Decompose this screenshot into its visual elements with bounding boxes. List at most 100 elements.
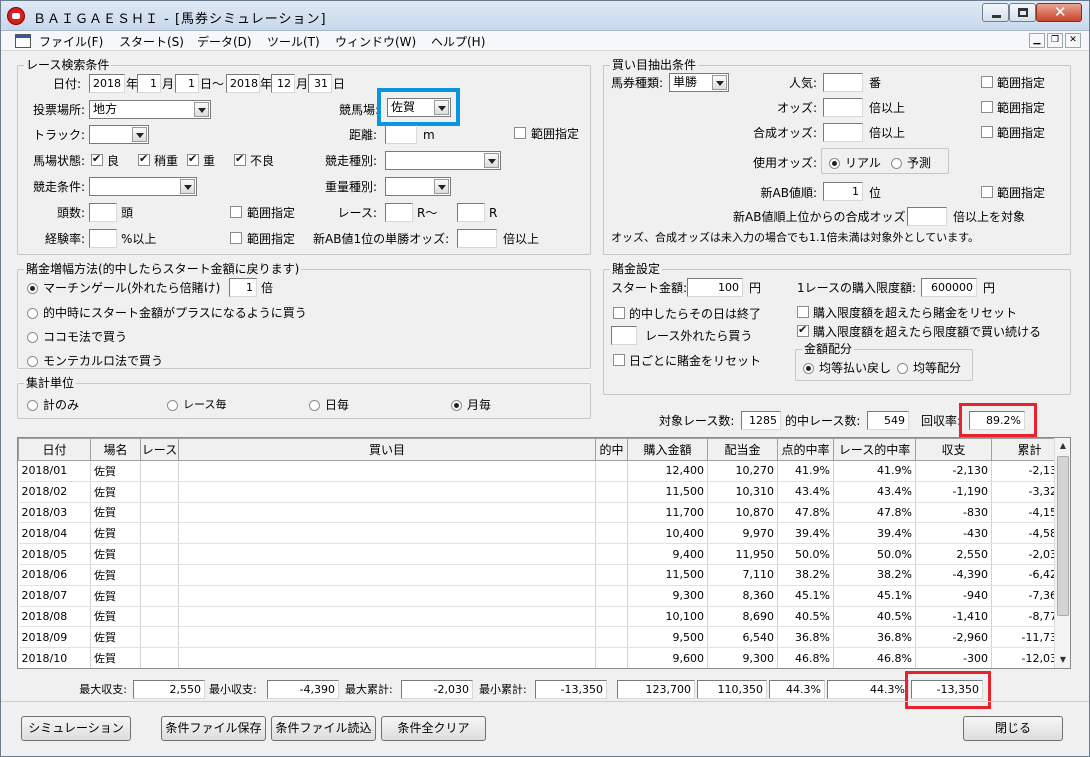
ab-comp-field[interactable] <box>907 207 947 226</box>
table-row[interactable]: 2018/07 佐賀 9,300 8,360 45.1% 45.1% -940 -7,360 <box>18 585 1068 607</box>
distance-field[interactable] <box>385 125 417 144</box>
mdi-minimize-button[interactable]: ▁ <box>1029 33 1045 48</box>
cond-heavy-checkbox[interactable] <box>187 152 199 166</box>
mdi-close-button[interactable]: ✕ <box>1065 33 1081 48</box>
heads-field[interactable] <box>89 203 117 222</box>
table-row[interactable]: 2018/08 佐賀 10,100 8,690 40.5% 40.5% -1,410 -8,7… <box>18 606 1068 628</box>
table-row[interactable]: 2018/04 佐賀 10,400 9,970 39.4% 39.4% -430 -4,580 <box>18 522 1068 545</box>
chevron-down-icon[interactable] <box>434 179 449 194</box>
menu-data[interactable]: データ(D) <box>197 33 252 50</box>
odds-range-checkbox[interactable] <box>981 101 993 113</box>
ab-odds-field[interactable] <box>457 229 497 248</box>
venue-select[interactable]: 地方 <box>89 100 211 119</box>
table-row[interactable]: 2018/06 佐賀 11,500 7,110 38.2% 38.2% -4,390 -6,4… <box>18 564 1068 586</box>
col-hit[interactable]: 的中 <box>595 438 628 461</box>
scroll-thumb[interactable] <box>1057 456 1069 616</box>
cond-good-checkbox[interactable] <box>91 152 103 166</box>
race-type-select[interactable] <box>385 151 501 170</box>
exp-field[interactable] <box>89 229 117 248</box>
heads-range-checkbox[interactable] <box>230 206 242 218</box>
table-row[interactable]: 2018/05 佐賀 9,400 11,950 50.0% 50.0% 2,550 -2,03… <box>18 543 1068 565</box>
from-year-field[interactable]: 2018 <box>89 74 125 93</box>
martingale-radio[interactable] <box>27 283 38 294</box>
race-to-field[interactable] <box>457 203 485 222</box>
table-row[interactable]: 2018/03 佐賀 11,700 10,870 47.8% 47.8% -830 -4,15… <box>18 502 1068 524</box>
montecarlo-radio[interactable] <box>27 356 38 367</box>
menu-window[interactable]: ウィンドウ(W) <box>335 33 416 50</box>
ab-rank-field[interactable]: 1 <box>823 182 863 201</box>
multiplier-field[interactable]: 1 <box>229 278 257 297</box>
from-month-field[interactable]: 1 <box>137 74 161 93</box>
load-conditions-button[interactable]: 条件ファイル読込 <box>271 716 376 741</box>
distance-range-checkbox[interactable] <box>514 127 526 139</box>
odds-field[interactable] <box>823 98 863 117</box>
comp-odds-field[interactable] <box>823 123 863 142</box>
bet-type-select[interactable]: 単勝 <box>669 73 729 92</box>
menu-start[interactable]: スタート(S) <box>119 33 184 50</box>
agg-month-radio[interactable] <box>451 400 462 411</box>
chevron-down-icon[interactable] <box>712 75 727 90</box>
alloc-equal-radio[interactable] <box>897 363 908 374</box>
col-payout[interactable]: 配当金 <box>707 438 778 461</box>
col-date[interactable]: 日付 <box>18 438 91 461</box>
close-button[interactable]: 閉じる <box>963 716 1063 741</box>
menu-tools[interactable]: ツール(T) <box>267 33 320 50</box>
clear-conditions-button[interactable]: 条件全クリア <box>381 716 486 741</box>
to-year-field[interactable]: 2018 <box>226 74 260 93</box>
track-select[interactable] <box>89 125 149 144</box>
use-pred-radio[interactable] <box>891 158 902 169</box>
col-balance[interactable]: 収支 <box>915 438 992 461</box>
col-venue[interactable]: 場名 <box>90 438 141 461</box>
close-window-button[interactable]: ✕ <box>1036 3 1082 22</box>
reset-daily-checkbox[interactable] <box>613 354 625 366</box>
scroll-down-icon[interactable]: ▼ <box>1055 652 1071 668</box>
agg-race-radio[interactable] <box>167 400 178 411</box>
col-race-hit-rate[interactable]: レース的中率 <box>833 438 916 461</box>
grid-scrollbar[interactable]: ▲ ▼ <box>1054 438 1070 668</box>
chevron-down-icon[interactable] <box>132 127 147 142</box>
race-from-field[interactable] <box>385 203 413 222</box>
popularity-field[interactable] <box>823 73 863 92</box>
race-cond-select[interactable] <box>89 177 197 196</box>
agg-day-radio[interactable] <box>309 400 320 411</box>
table-row[interactable]: 2018/01 佐賀 12,400 10,270 41.9% 41.9% -2,130 -2,… <box>18 460 1068 482</box>
col-purchase[interactable]: 購入金額 <box>627 438 708 461</box>
plus-on-hit-radio[interactable] <box>27 308 38 319</box>
table-row[interactable]: 2018/09 佐賀 9,500 6,540 36.8% 36.8% -2,960 -11,7… <box>18 626 1068 649</box>
cond-bad-checkbox[interactable] <box>234 152 246 166</box>
col-point-hit-rate[interactable]: 点的中率 <box>777 438 834 461</box>
menu-help[interactable]: ヘルプ(H) <box>431 33 485 50</box>
save-conditions-button[interactable]: 条件ファイル保存 <box>161 716 266 741</box>
comp-odds-range-checkbox[interactable] <box>981 126 993 138</box>
document-icon[interactable] <box>15 34 31 48</box>
weight-type-select[interactable] <box>385 177 451 196</box>
col-race[interactable]: レース <box>140 438 179 461</box>
from-day-field[interactable]: 1 <box>175 74 199 93</box>
to-month-field[interactable]: 12 <box>271 74 295 93</box>
maximize-button[interactable] <box>1009 3 1036 22</box>
keep-limit-checkbox[interactable] <box>797 323 809 337</box>
reset-over-limit-checkbox[interactable] <box>797 306 809 318</box>
minimize-button[interactable] <box>982 3 1009 22</box>
limit-field[interactable]: 600000 <box>921 278 977 297</box>
use-real-radio[interactable] <box>829 158 840 169</box>
mdi-restore-button[interactable]: ❐ <box>1047 33 1063 48</box>
table-row[interactable]: 2018/02 佐賀 11,500 10,310 43.4% 43.4% -1,190 -3,… <box>18 481 1068 503</box>
cocomo-radio[interactable] <box>27 332 38 343</box>
start-amount-field[interactable]: 100 <box>687 278 743 297</box>
chevron-down-icon[interactable] <box>484 153 499 168</box>
col-bets[interactable]: 買い目 <box>178 438 596 461</box>
to-day-field[interactable]: 31 <box>308 74 332 93</box>
end-on-hit-checkbox[interactable] <box>613 307 625 319</box>
popularity-range-checkbox[interactable] <box>981 76 993 88</box>
scroll-up-icon[interactable]: ▲ <box>1055 438 1071 454</box>
chevron-down-icon[interactable] <box>194 102 209 117</box>
ab-rank-range-checkbox[interactable] <box>981 186 993 198</box>
buy-after-miss-field[interactable] <box>611 326 637 345</box>
cond-slightly-checkbox[interactable] <box>138 152 150 166</box>
menu-file[interactable]: ファイル(F) <box>39 33 103 50</box>
agg-total-radio[interactable] <box>27 400 38 411</box>
exp-range-checkbox[interactable] <box>230 232 242 244</box>
simulate-button[interactable]: シミュレーション <box>21 716 131 741</box>
chevron-down-icon[interactable] <box>180 179 195 194</box>
